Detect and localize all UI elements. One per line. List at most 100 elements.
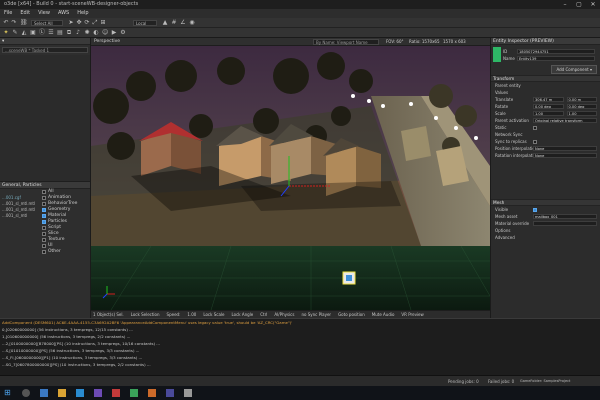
filter-checkbox[interactable] (42, 238, 46, 242)
visible-checkbox[interactable] (533, 207, 537, 212)
asset-search-input[interactable]: ...sceneWB * Tasked 1 (2, 47, 88, 53)
filter-checkbox[interactable] (42, 220, 46, 224)
cursor-icon[interactable]: ➤ (68, 20, 74, 26)
menu-file[interactable]: File (4, 9, 12, 18)
app-icon[interactable] (112, 389, 120, 397)
filter-checkbox[interactable] (42, 190, 46, 194)
rotate-x-field[interactable]: 0.00 deg (533, 104, 564, 109)
sync-replicas-checkbox[interactable] (533, 139, 537, 144)
perspective-viewport[interactable] (91, 46, 490, 310)
list-item[interactable]: ...001_sl_mtl (0, 213, 40, 219)
camera-icon[interactable]: ◉ (189, 20, 195, 26)
filter-checkbox[interactable] (42, 208, 46, 212)
menu-view[interactable]: View (38, 9, 50, 18)
viewport-tab[interactable]: Perspective (94, 38, 120, 46)
filter-checkbox[interactable] (42, 244, 46, 248)
terrain-icon[interactable]: ▲ (162, 20, 168, 26)
visual-studio-icon[interactable] (94, 389, 102, 397)
advanced-label[interactable]: Advanced (495, 235, 533, 240)
mesh-section-header[interactable]: Mesh (491, 199, 600, 206)
viewport-status-item[interactable]: VR Preview (401, 311, 423, 318)
app-icon[interactable] (184, 389, 192, 397)
filter-checkbox[interactable] (42, 232, 46, 236)
viewport-status-item[interactable]: Lock Angle (231, 311, 253, 318)
material-icon[interactable]: ◐ (93, 30, 99, 36)
link-icon[interactable]: ⛓ (20, 20, 28, 26)
translate-x-field[interactable]: 306.47 m (533, 97, 564, 102)
scene-render[interactable] (91, 46, 490, 310)
mesh-asset-field[interactable]: mailbox_001 (533, 214, 597, 219)
app-icon[interactable] (148, 389, 156, 397)
audio-icon[interactable]: ♪ (75, 30, 81, 36)
viewport-status-item[interactable]: Lock Scale (203, 311, 224, 318)
filter-checkbox[interactable] (42, 202, 46, 206)
add-component-button[interactable]: Add Component ▾ (551, 65, 597, 74)
ui-editor-icon[interactable]: ▤ (57, 30, 63, 36)
viewport-status-item[interactable]: 1 Object(s) Sel. (93, 311, 124, 318)
viewport-status-item[interactable]: Mute Audio (372, 311, 395, 318)
snap-icon[interactable]: ⊞ (100, 20, 106, 26)
close-button[interactable]: ✕ (586, 0, 600, 9)
filter-checkbox[interactable] (42, 226, 46, 230)
scale-icon[interactable]: ⤢ (92, 20, 98, 26)
file-explorer-icon[interactable] (58, 389, 66, 397)
menu-help[interactable]: Help (77, 9, 88, 18)
viewport-search-input[interactable]: By Name: Viewport Name (313, 39, 379, 45)
lightbulb-icon[interactable]: ✦ (3, 30, 9, 36)
options-label[interactable]: Options (495, 228, 533, 233)
scale-x-field[interactable]: 1.00 (533, 111, 564, 116)
viewport-status-item[interactable]: Ctrl (260, 311, 267, 318)
windows-start-icon[interactable]: ⊞ (4, 389, 12, 397)
brush-icon[interactable]: ✎ (12, 30, 18, 36)
selection-mode-select[interactable]: Select All (31, 20, 63, 26)
paint-icon[interactable]: ▣ (30, 30, 36, 36)
viewport-status-item[interactable]: Goto position (338, 311, 365, 318)
grid-icon[interactable]: # (171, 20, 177, 26)
viewport-status-item[interactable]: AI/Physics (274, 311, 294, 318)
viewport-status-item[interactable]: Lock Selection (131, 311, 160, 318)
network-sync-label[interactable]: Network Sync (495, 132, 533, 137)
parent-activation-select[interactable]: Original relative transform (533, 118, 597, 123)
flowgraph-icon[interactable]: ⧉ (66, 30, 72, 36)
static-checkbox[interactable] (533, 125, 537, 130)
transform-section-header[interactable]: Transform (491, 75, 600, 82)
menu-aws[interactable]: AWS (58, 9, 69, 18)
minimize-button[interactable]: – (558, 0, 572, 9)
entity-name-field[interactable]: Entity139 (517, 55, 595, 61)
rotate-icon[interactable]: ⟳ (84, 20, 90, 26)
database-icon[interactable]: ☰ (48, 30, 54, 36)
filter-item[interactable]: Other (42, 249, 77, 255)
terrain-tool-icon[interactable]: ◭ (21, 30, 27, 36)
values-label[interactable]: Values (495, 90, 533, 95)
menu-edit[interactable]: Edit (20, 9, 30, 18)
filter-checkbox[interactable] (42, 250, 46, 254)
search-icon[interactable] (22, 389, 30, 397)
viewport-status-item[interactable]: no Sync Player (301, 311, 331, 318)
viewport-status-item[interactable]: Speed: (167, 311, 181, 318)
particle-icon[interactable]: ✺ (84, 30, 90, 36)
material-override-field[interactable] (533, 221, 597, 226)
filter-checkbox[interactable] (42, 214, 46, 218)
translate-y-field[interactable]: 0.00 m (566, 97, 597, 102)
entity-id-field[interactable]: 1805072944751 (517, 48, 595, 54)
editor-app-icon[interactable] (130, 389, 138, 397)
settings-icon[interactable]: ⚙ (120, 30, 126, 36)
move-icon[interactable]: ✥ (76, 20, 82, 26)
rotation-interp-select[interactable]: None (533, 153, 597, 158)
scale-y-field[interactable]: 1.00 (566, 111, 597, 116)
angle-snap-icon[interactable]: ∠ (180, 20, 186, 26)
rotate-y-field[interactable]: 0.00 deg (566, 104, 597, 109)
browser-icon[interactable] (76, 389, 84, 397)
maximize-button[interactable]: ▢ (572, 0, 586, 9)
app-icon[interactable] (166, 389, 174, 397)
redo-icon[interactable]: ↷ (11, 20, 17, 26)
lua-icon[interactable]: Ⓛ (39, 30, 45, 36)
viewport-status-item[interactable]: 1.00 (187, 311, 196, 318)
animation-icon[interactable]: ▶ (111, 30, 117, 36)
undo-icon[interactable]: ↶ (3, 20, 9, 26)
filter-checkbox[interactable] (42, 196, 46, 200)
task-view-icon[interactable] (40, 389, 48, 397)
position-interp-select[interactable]: None (533, 146, 597, 151)
character-icon[interactable]: ☺ (102, 30, 108, 36)
reference-space-select[interactable]: Local (133, 20, 157, 26)
